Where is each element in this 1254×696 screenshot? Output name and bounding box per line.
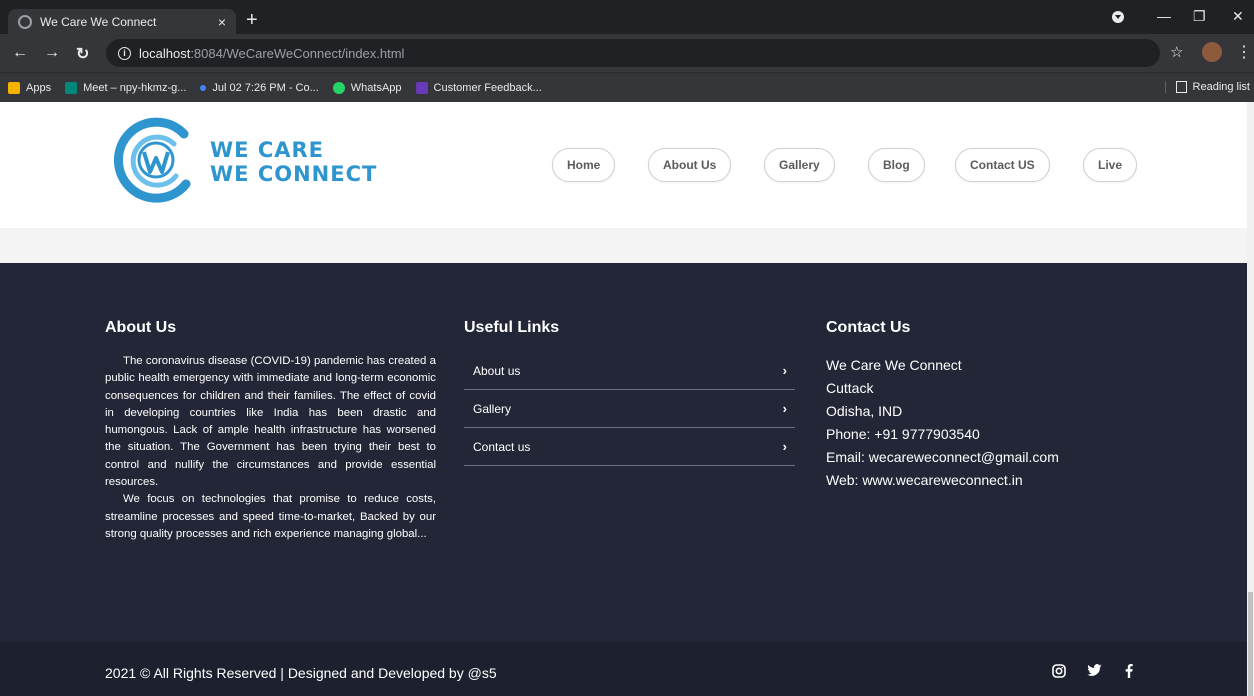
useful-links-list: About us › Gallery › Contact us › [464,352,795,466]
site-header: WE CARE WE CONNECT Home About Us Gallery… [0,102,1254,228]
contact-details: We Care We Connect Cuttack Odisha, IND P… [826,354,1059,492]
bookmark-apps[interactable]: Apps [8,81,51,94]
copyright-bar: 2021 © All Rights Reserved | Designed an… [0,642,1254,696]
about-paragraph-1: The coronavirus disease (COVID-19) pande… [105,355,436,489]
nav-about-us[interactable]: About Us [648,148,732,182]
address-bar-row: ← → ↻ i localhost :8084/WeCareWeConnect/… [0,34,1254,72]
useful-links-title: Useful Links [464,319,560,336]
bookmark-whatsapp[interactable]: WhatsApp [332,81,402,94]
logo-icon[interactable] [110,114,202,206]
bookmark-customer-feedback[interactable]: Customer Feedback... [415,81,542,94]
link-gallery[interactable]: Gallery › [464,390,795,428]
calendar-icon [200,84,207,91]
avatar[interactable] [1202,42,1222,62]
logo-line-1: WE CARE [210,138,324,162]
web-link[interactable]: www.wecareweconnect.in [862,472,1022,488]
browser-tab-bar: We Care We Connect × + — ❐ ✕ [0,0,1254,34]
nav-blog[interactable]: Blog [868,148,925,182]
nav-contact-us[interactable]: Contact US [955,148,1050,182]
section-spacer [0,228,1254,263]
contact-title: Contact Us [826,319,911,336]
apps-grid-icon [8,81,20,94]
facebook-icon[interactable] [1125,664,1133,678]
nav-live[interactable]: Live [1083,148,1138,182]
instagram-icon[interactable] [1052,664,1066,678]
email-link[interactable]: wecareweconnect@gmail.com [869,449,1059,465]
kebab-menu-icon[interactable]: ⋮ [1236,42,1252,62]
contact-city: Cuttack [826,380,874,396]
chevron-right-icon: › [782,401,787,416]
chevron-right-icon: › [782,363,787,378]
about-title: About Us [105,319,177,336]
forward-arrow-icon[interactable]: → [44,44,60,62]
chevron-right-icon: › [782,439,787,454]
logo-line-2: WE CONNECT [210,162,378,186]
url-input[interactable]: i localhost :8084/WeCareWeConnect/index.… [106,39,1160,67]
reading-list-icon [1175,81,1187,93]
bookmark-star-icon[interactable]: ☆ [1170,43,1183,61]
contact-phone: Phone: +91 9777903540 [826,426,980,442]
contact-email: Email: wecareweconnect@gmail.com [826,449,1059,465]
back-arrow-icon[interactable]: ← [12,44,28,62]
about-text: The coronavirus disease (COVID-19) pande… [105,353,436,543]
tab-close-icon[interactable]: × [218,14,226,30]
globe-icon [18,14,32,29]
bookmark-calendar[interactable]: Jul 02 7:26 PM - Co... [200,82,319,94]
info-icon[interactable]: i [118,46,131,60]
about-paragraph-2: We focus on technologies that promise to… [105,493,436,540]
bookmark-meet[interactable]: Meet – npy-hkmz-g... [65,81,186,94]
restore-icon[interactable]: ❐ [1193,8,1206,25]
scrollbar-thumb[interactable] [1248,592,1253,696]
tab-title: We Care We Connect [40,14,157,29]
nav-gallery[interactable]: Gallery [764,148,835,182]
reading-list-button[interactable]: Reading list [1164,81,1250,93]
new-tab-button[interactable]: + [246,10,258,30]
site-footer: About Us The coronavirus disease (COVID-… [0,263,1254,642]
minimize-icon[interactable]: — [1157,8,1171,24]
meet-icon [65,81,78,94]
link-about-us[interactable]: About us › [464,352,795,390]
copyright-text: 2021 © All Rights Reserved | Designed an… [105,665,497,681]
bookmarks-bar: Apps Meet – npy-hkmz-g... Jul 02 7:26 PM… [0,72,1254,102]
browser-tab[interactable]: We Care We Connect × [8,9,236,34]
contact-name: We Care We Connect [826,357,962,373]
url-path: :8084/WeCareWeConnect/index.html [190,45,405,61]
profile-menu-icon[interactable] [1112,11,1124,23]
twitter-icon[interactable] [1087,664,1102,677]
forms-icon [415,81,428,94]
link-contact-us[interactable]: Contact us › [464,428,795,466]
reload-icon[interactable]: ↻ [76,44,89,64]
url-host: localhost [139,45,191,61]
logo-text[interactable]: WE CARE WE CONNECT [210,138,377,186]
nav-home[interactable]: Home [552,148,616,182]
window-close-icon[interactable]: ✕ [1232,8,1244,25]
whatsapp-icon [332,81,345,94]
contact-state: Odisha, IND [826,403,903,419]
contact-web: Web: www.wecareweconnect.in [826,472,1023,488]
